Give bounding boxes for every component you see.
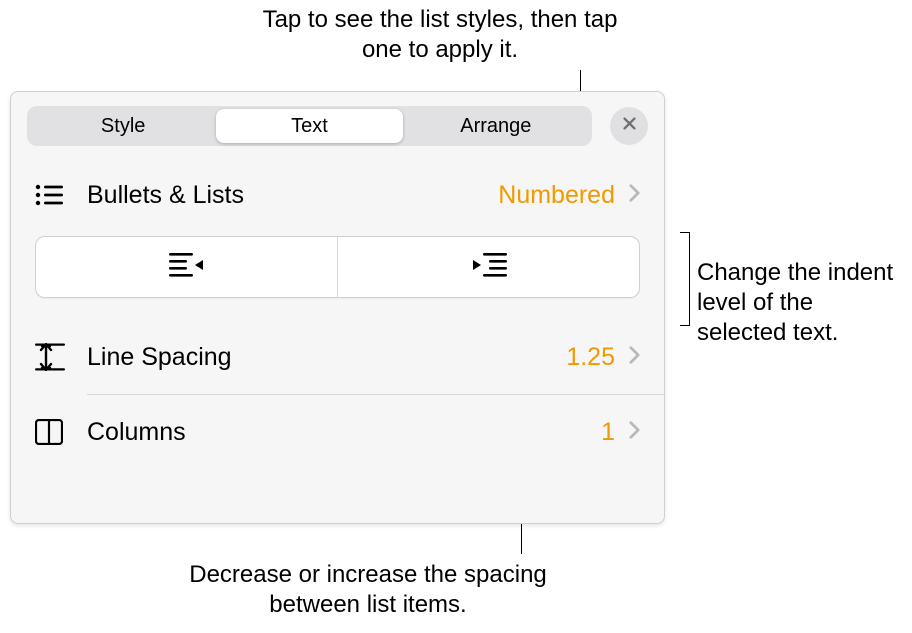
chevron-right-icon	[629, 420, 640, 445]
indent-button[interactable]	[338, 237, 639, 297]
callout-bracket-indent	[670, 232, 690, 326]
line-spacing-label: Line Spacing	[87, 343, 566, 372]
bullets-lists-label: Bullets & Lists	[87, 181, 498, 210]
bullets-lists-value: Numbered	[498, 181, 615, 210]
tab-arrange[interactable]: Arrange	[403, 109, 589, 143]
line-spacing-value: 1.25	[566, 343, 615, 372]
row-line-spacing[interactable]: Line Spacing 1.25	[11, 320, 664, 394]
columns-label: Columns	[87, 418, 601, 447]
format-panel: Style Text Arrange	[10, 91, 665, 524]
columns-value: 1	[601, 418, 615, 447]
panel-header: Style Text Arrange	[11, 92, 664, 158]
line-spacing-icon	[35, 343, 75, 371]
outdent-icon	[169, 252, 205, 283]
indent-icon	[471, 252, 507, 283]
row-bullets-and-lists[interactable]: Bullets & Lists Numbered	[11, 158, 664, 232]
callout-line-spacing: Decrease or increase the spacing between…	[158, 560, 578, 620]
callout-list-styles: Tap to see the list styles, then tap one…	[240, 5, 640, 65]
close-icon	[621, 115, 638, 137]
close-button[interactable]	[610, 107, 648, 145]
callout-indent-level: Change the indent level of the selected …	[697, 258, 907, 348]
row-columns[interactable]: Columns 1	[11, 395, 664, 469]
chevron-right-icon	[629, 345, 640, 370]
tab-style[interactable]: Style	[30, 109, 216, 143]
chevron-right-icon	[629, 183, 640, 208]
indent-button-group	[35, 236, 640, 298]
segmented-control: Style Text Arrange	[27, 106, 592, 146]
columns-icon	[35, 419, 75, 445]
list-icon	[35, 183, 75, 207]
tab-text[interactable]: Text	[216, 109, 402, 143]
outdent-button[interactable]	[36, 237, 338, 297]
